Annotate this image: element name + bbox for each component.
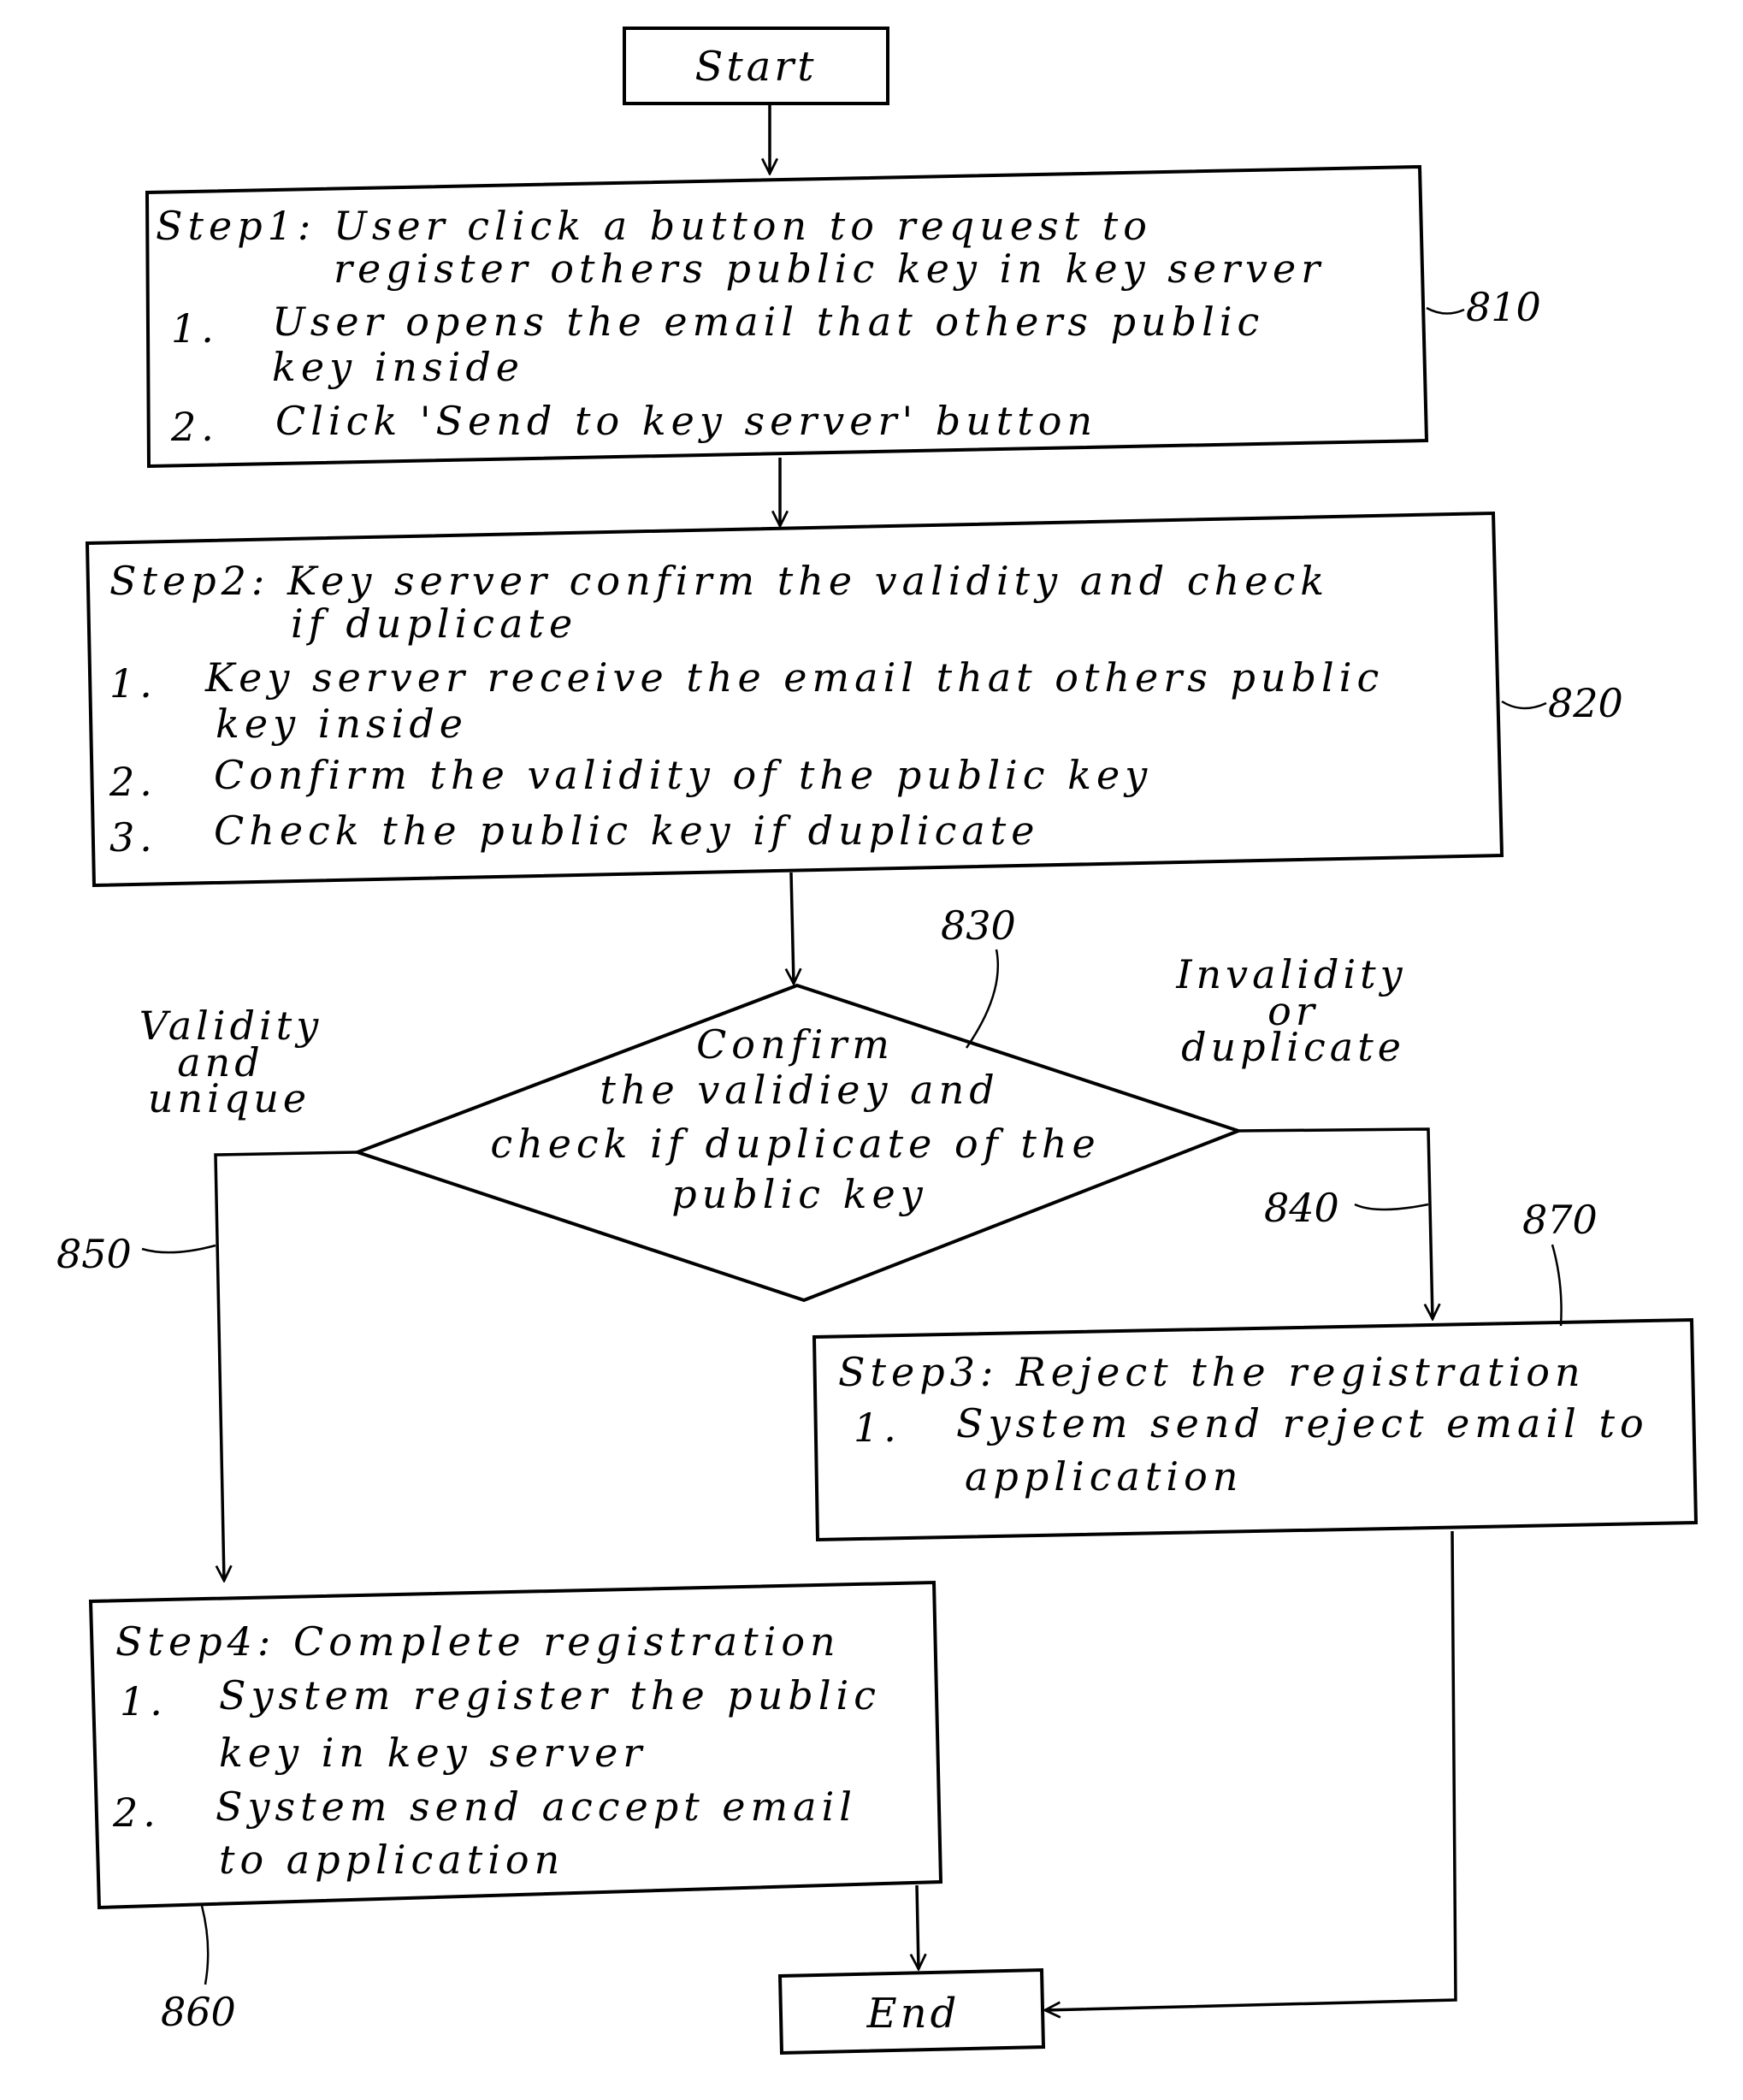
branch-yes-leader [141, 1244, 216, 1254]
step1-item2: Click 'Send to key server' button [275, 398, 1097, 444]
step2-leader [1501, 700, 1547, 710]
arrow-step2-to-decision [791, 872, 794, 984]
step3-leader [1551, 1244, 1563, 1327]
step4-box: Step4: Complete registration 1. System r… [88, 1580, 943, 1910]
step2-box: Step2: Key server confirm the validity a… [85, 511, 1504, 888]
start-terminal: Start [623, 27, 889, 105]
step1-ref: 810 [1466, 284, 1541, 330]
step3-item1-cont: application [965, 1453, 1243, 1500]
step3-ref: 870 [1522, 1197, 1598, 1243]
branch-yes-line3: unique [148, 1075, 310, 1121]
step1-item1-num: 1. [171, 305, 219, 352]
step1-item1: User opens the email that others public [272, 299, 1264, 345]
step4-item2: System send accept email [216, 1784, 857, 1830]
end-terminal: End [777, 1967, 1046, 2056]
branch-no-ref: 840 [1264, 1185, 1339, 1231]
step4-ref: 860 [161, 1989, 236, 2035]
end-label: End [866, 1990, 960, 2038]
flowchart: Start Step1: User click a button to requ… [56, 27, 1699, 2056]
branch-yes-label: Validity and unique [139, 1003, 318, 1121]
step4-item2-cont: to application [219, 1837, 564, 1883]
step2-ref: 820 [1548, 680, 1623, 726]
decision-diamond: Confirm the validiey and check if duplic… [352, 983, 1244, 1303]
decision-leader [965, 949, 1000, 1049]
start-label: Start [694, 43, 817, 91]
step2-item1-cont: key inside [216, 701, 468, 747]
branch-no-leader [1354, 1203, 1429, 1211]
step4-item2-num: 2. [112, 1789, 161, 1836]
step2-item3: Check the public key if duplicate [214, 807, 1040, 854]
decision-line1: Confirm [696, 1021, 895, 1068]
step4-item1-cont: key in key server [219, 1730, 647, 1776]
step2-title: Step2: Key server confirm the validity a… [109, 558, 1329, 604]
step4-item1: System register the public [219, 1672, 881, 1718]
step4-title: Step4: Complete registration [115, 1618, 841, 1665]
step2-item2-num: 2. [109, 759, 157, 805]
decision-ref: 830 [941, 902, 1016, 949]
step2-item3-num: 3. [109, 814, 157, 861]
step2-item1: Key server receive the email that others… [204, 654, 1384, 701]
connector-step3-to-end [1045, 1530, 1457, 2010]
step1-title-cont: register others public key in key server [334, 245, 1325, 292]
step3-title: Step3: Reject the registration [838, 1349, 1586, 1395]
step1-leader [1426, 306, 1465, 315]
step1-box: Step1: User click a button to request to… [145, 164, 1429, 469]
connector-step4-to-end [917, 1884, 919, 1969]
step3-box: Step3: Reject the registration 1. System… [812, 1317, 1699, 1542]
step1-item1-cont: key inside [272, 344, 524, 390]
connector-yes-to-step4 [214, 1151, 358, 1581]
branch-no-label: Invalidity or duplicate [1175, 951, 1405, 1070]
branch-no-line3: duplicate [1181, 1024, 1405, 1070]
step2-title-cont: if duplicate [291, 600, 577, 647]
step2-item2: Confirm the validity of the public key [214, 752, 1152, 798]
step3-item1: System send reject email to [956, 1400, 1649, 1446]
step1-item2-num: 2. [170, 404, 219, 450]
decision-line3: check if duplicate of the [490, 1121, 1100, 1167]
step1-title: Step1: User click a button to request to [156, 203, 1152, 249]
step2-item1-num: 1. [109, 660, 157, 707]
step4-leader [200, 1905, 210, 1985]
step4-item1-num: 1. [120, 1678, 168, 1724]
decision-line2: the validiey and [600, 1067, 999, 1113]
branch-yes-ref: 850 [56, 1231, 132, 1277]
step3-item1-num: 1. [854, 1405, 901, 1451]
decision-line4: public key [671, 1171, 927, 1217]
